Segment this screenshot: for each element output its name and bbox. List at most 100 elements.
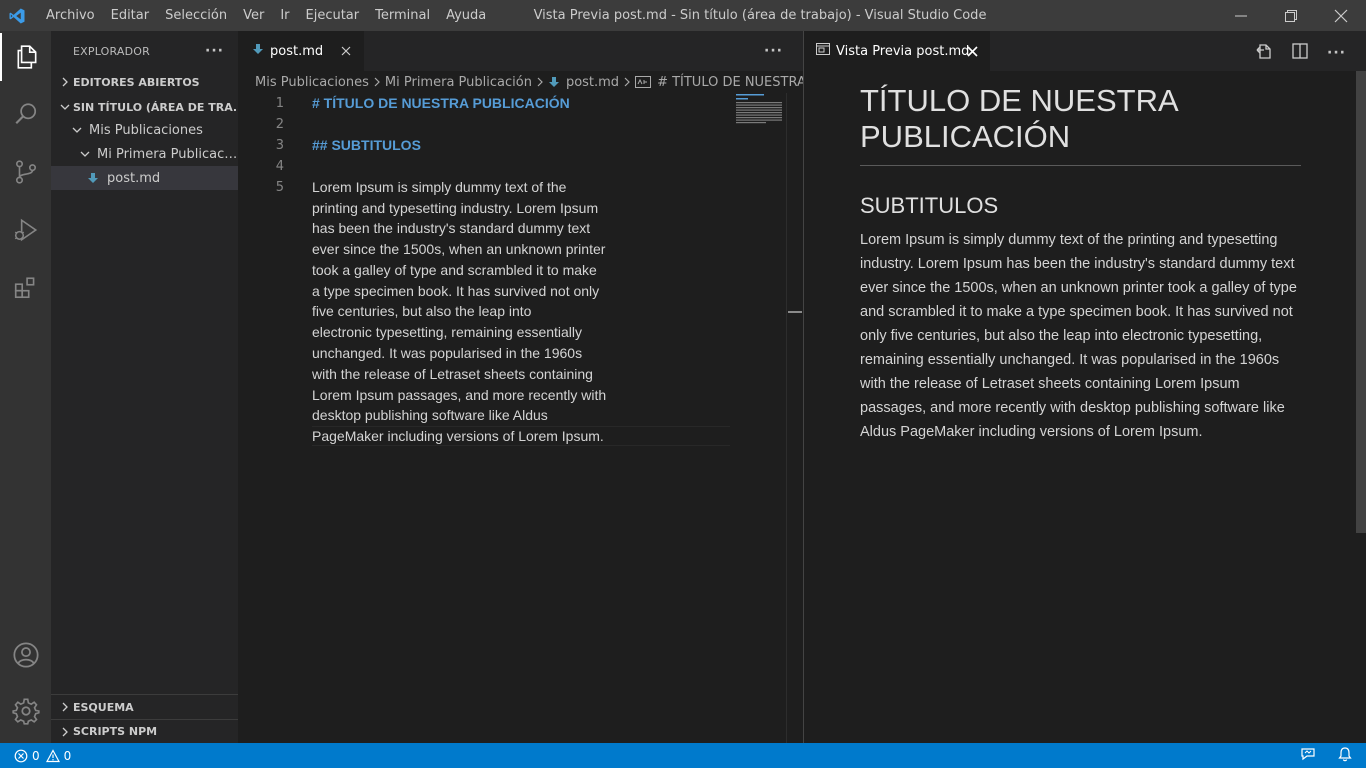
- section-open-editors[interactable]: EDITORES ABIERTOS: [51, 71, 238, 93]
- tree-folder-mi-primera-publicacion[interactable]: Mi Primera Publicaci...: [51, 142, 238, 166]
- minimap[interactable]: [736, 93, 786, 133]
- editor-scrollbar-track[interactable]: [786, 93, 787, 743]
- status-bar: 0 0: [0, 743, 1366, 768]
- explorer-sidebar: EXPLORADOR ··· EDITORES ABIERTOS SIN TÍT…: [51, 31, 238, 743]
- section-workspace[interactable]: SIN TÍTULO (ÁREA DE TRA...: [51, 96, 238, 118]
- menu-ver[interactable]: Ver: [235, 0, 272, 31]
- error-icon: [14, 749, 28, 762]
- preview-actions: ···: [1255, 42, 1346, 64]
- editor-tab-bar: post.md ···: [238, 31, 803, 71]
- code-line-wrapped: printing and typesetting industry. Lorem…: [312, 200, 599, 216]
- breadcrumb-item[interactable]: post.md: [566, 75, 619, 90]
- preview-scrollbar[interactable]: [1356, 71, 1366, 533]
- tab-label: post.md: [270, 43, 324, 59]
- explorer-more-actions[interactable]: ···: [205, 43, 224, 59]
- manage-button[interactable]: [0, 687, 51, 735]
- settings-gear-icon: [11, 698, 40, 725]
- code-editor[interactable]: 1 2 3 4 5 # TÍTULO DE NUESTRA PUBLICACIÓ…: [238, 93, 803, 743]
- chevron-right-icon: [57, 74, 73, 90]
- menu-editar[interactable]: Editar: [103, 0, 158, 31]
- sidebar-bottom-sections: ESQUEMA SCRIPTS NPM: [51, 694, 238, 743]
- window-title: Vista Previa post.md - Sin título (área …: [533, 8, 987, 23]
- menu-ir[interactable]: Ir: [272, 0, 297, 31]
- split-editor-button[interactable]: [1291, 42, 1309, 64]
- tab-post-md[interactable]: post.md: [238, 31, 364, 71]
- code-line-wrapped: unchanged. It was popularised in the 196…: [312, 345, 583, 361]
- extensions-icon: [14, 277, 34, 299]
- account-button[interactable]: [0, 631, 51, 679]
- explorer-button[interactable]: [0, 33, 51, 81]
- warning-icon: [45, 748, 60, 762]
- section-outline[interactable]: ESQUEMA: [51, 695, 238, 719]
- close-icon: [1334, 9, 1348, 22]
- code-line-wrapped: PageMaker including versions of Lorem Ip…: [312, 428, 604, 444]
- close-window-button[interactable]: [1316, 0, 1366, 31]
- chevron-right-icon: [57, 699, 73, 715]
- tree-file-post-md[interactable]: post.md: [51, 166, 238, 190]
- menu-ejecutar[interactable]: Ejecutar: [298, 0, 368, 31]
- close-icon: [341, 46, 351, 56]
- split-editor-icon: [1292, 43, 1308, 59]
- bell-icon: [1338, 747, 1352, 762]
- code-line-wrapped: electronic typesetting, remaining essent…: [312, 324, 583, 340]
- markdown-preview: TÍTULO DE NUESTRA PUBLICACIÓN SUBTITULOS…: [860, 83, 1301, 444]
- tree-file-label: post.md: [107, 170, 161, 186]
- tree-folder-mis-publicaciones[interactable]: Mis Publicaciones: [51, 118, 238, 142]
- breadcrumb-item[interactable]: Mi Primera Publicación: [385, 75, 532, 90]
- menu-terminal[interactable]: Terminal: [367, 0, 438, 31]
- tab-label: Vista Previa post.md: [836, 43, 970, 59]
- line-number: 1: [275, 96, 284, 111]
- open-source-button[interactable]: [1255, 42, 1273, 64]
- section-outline-label: ESQUEMA: [73, 700, 134, 714]
- line-number: 5: [275, 180, 284, 195]
- menu-archivo[interactable]: Archivo: [38, 0, 103, 31]
- sidebar-title: EXPLORADOR: [73, 44, 151, 58]
- chevron-right-icon: [57, 724, 73, 740]
- source-control-button[interactable]: [0, 148, 51, 196]
- explorer-icon: [17, 45, 36, 69]
- code-line-wrapped: a type specimen book. It has survived no…: [312, 283, 600, 299]
- close-icon: [966, 45, 978, 57]
- section-npm-scripts-label: SCRIPTS NPM: [73, 725, 158, 738]
- minimize-button[interactable]: [1216, 0, 1266, 31]
- tab-close-button[interactable]: [338, 43, 354, 59]
- code-line-wrapped: has been the industry's standard dummy t…: [312, 220, 591, 236]
- feedback-button[interactable]: [1300, 746, 1316, 765]
- preview-paragraph: Lorem Ipsum is simply dummy text of the …: [860, 232, 1297, 440]
- code-line-wrapped: with the release of Letraset sheets cont…: [312, 366, 593, 382]
- string-symbol-icon: [635, 76, 652, 88]
- tab-preview[interactable]: Vista Previa post.md: [804, 31, 990, 71]
- restore-button[interactable]: [1266, 0, 1316, 31]
- menu-bar: Archivo Editar Selección Ver Ir Ejecutar…: [34, 0, 494, 31]
- preview-icon: [816, 43, 830, 59]
- search-button[interactable]: [0, 90, 51, 138]
- breadcrumb-item[interactable]: # TÍTULO DE NUESTRA: [657, 75, 803, 90]
- line-number: 3: [275, 138, 284, 153]
- tab-close-button[interactable]: [964, 43, 980, 59]
- code-line-wrapped: desktop publishing software like Aldus: [312, 407, 548, 423]
- problems-status[interactable]: 0 0: [0, 749, 71, 763]
- preview-more-actions[interactable]: ···: [1327, 45, 1346, 61]
- code-line-heading-1: # TÍTULO DE NUESTRA PUBLICACIÓN: [312, 95, 570, 111]
- open-source-icon: [1256, 44, 1271, 59]
- editor-more-actions[interactable]: ···: [764, 43, 783, 59]
- run-debug-icon: [14, 218, 37, 242]
- breadcrumb-item[interactable]: Mis Publicaciones: [255, 75, 369, 90]
- editor-group-preview: Vista Previa post.md ··· TÍTULO DE NUEST…: [803, 31, 1366, 743]
- menu-seleccion[interactable]: Selección: [157, 0, 235, 31]
- chevron-down-icon: [69, 122, 85, 138]
- run-debug-button[interactable]: [0, 206, 51, 254]
- error-count: 0: [32, 748, 40, 763]
- preview-tab-bar: Vista Previa post.md ···: [804, 31, 1366, 71]
- extensions-button[interactable]: [0, 264, 51, 312]
- markdown-file-icon: [252, 43, 264, 59]
- preview-heading-2: SUBTITULOS: [860, 193, 999, 218]
- line-number: 2: [275, 117, 284, 132]
- section-npm-scripts[interactable]: SCRIPTS NPM: [51, 719, 238, 743]
- title-bar: Archivo Editar Selección Ver Ir Ejecutar…: [0, 0, 1366, 31]
- code-line-wrapped: Lorem Ipsum is simply dummy text of the: [312, 179, 567, 195]
- window-controls: [1216, 0, 1366, 31]
- tree-folder-label: Mis Publicaciones: [89, 122, 203, 138]
- notifications-button[interactable]: [1338, 746, 1352, 765]
- sidebar-header: EXPLORADOR ···: [51, 31, 238, 71]
